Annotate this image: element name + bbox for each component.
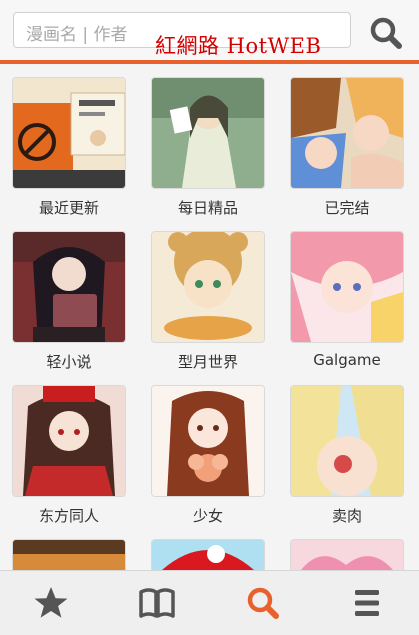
category-label: 东方同人 xyxy=(38,507,99,525)
tab-search[interactable] xyxy=(244,585,282,621)
cover-image xyxy=(290,539,404,570)
category-label: 每日精品 xyxy=(177,199,238,217)
cover-image xyxy=(151,231,265,343)
search-placeholder: 漫画名 | 作者 xyxy=(26,25,128,45)
category-grid: 最近更新 每日精品 已完结 轻小说 型月世界 Galgame 东方同人 少女 卖… xyxy=(0,64,419,570)
category-tile[interactable] xyxy=(151,539,265,570)
cover-image xyxy=(290,77,404,189)
top-bar: 漫画名 | 作者 紅網路 HotWEB xyxy=(0,0,419,60)
category-label: 轻小说 xyxy=(46,353,92,371)
category-tile[interactable]: 少女 xyxy=(151,385,265,526)
cover-image xyxy=(151,77,265,189)
category-tile[interactable]: 已完结 xyxy=(290,77,404,218)
watermark: 紅網路 HotWEB xyxy=(155,34,322,58)
cover-image xyxy=(12,385,126,497)
search-button[interactable] xyxy=(368,16,404,52)
category-tile[interactable]: 东方同人 xyxy=(12,385,126,526)
star-icon xyxy=(34,587,68,618)
category-label: 少女 xyxy=(192,507,223,525)
cover-image xyxy=(12,77,126,189)
category-label: 已完结 xyxy=(324,199,370,217)
cover-image xyxy=(290,231,404,343)
category-tile[interactable]: 每日精品 xyxy=(151,77,265,218)
category-tile[interactable]: Galgame xyxy=(290,231,404,369)
cover-image xyxy=(151,385,265,497)
category-label: 型月世界 xyxy=(177,353,238,371)
cover-image xyxy=(290,385,404,497)
category-tile[interactable] xyxy=(290,539,404,570)
category-label: 最近更新 xyxy=(38,199,99,217)
tab-menu[interactable] xyxy=(348,585,386,621)
category-label: 卖肉 xyxy=(331,507,362,525)
category-tile[interactable] xyxy=(12,539,126,570)
tab-favorites[interactable] xyxy=(32,585,70,621)
search-icon xyxy=(247,587,279,619)
book-icon xyxy=(139,588,175,618)
cover-image xyxy=(12,539,126,570)
category-tile[interactable]: 最近更新 xyxy=(12,77,126,218)
category-tile[interactable]: 型月世界 xyxy=(151,231,265,372)
category-tile[interactable]: 卖肉 xyxy=(290,385,404,526)
tab-bookshelf[interactable] xyxy=(138,585,176,621)
category-label: Galgame xyxy=(313,351,381,369)
cover-image xyxy=(151,539,265,570)
search-icon xyxy=(370,17,402,49)
category-tile[interactable]: 轻小说 xyxy=(12,231,126,372)
bottom-tab-bar xyxy=(0,570,419,635)
menu-icon xyxy=(355,590,379,616)
cover-image xyxy=(12,231,126,343)
